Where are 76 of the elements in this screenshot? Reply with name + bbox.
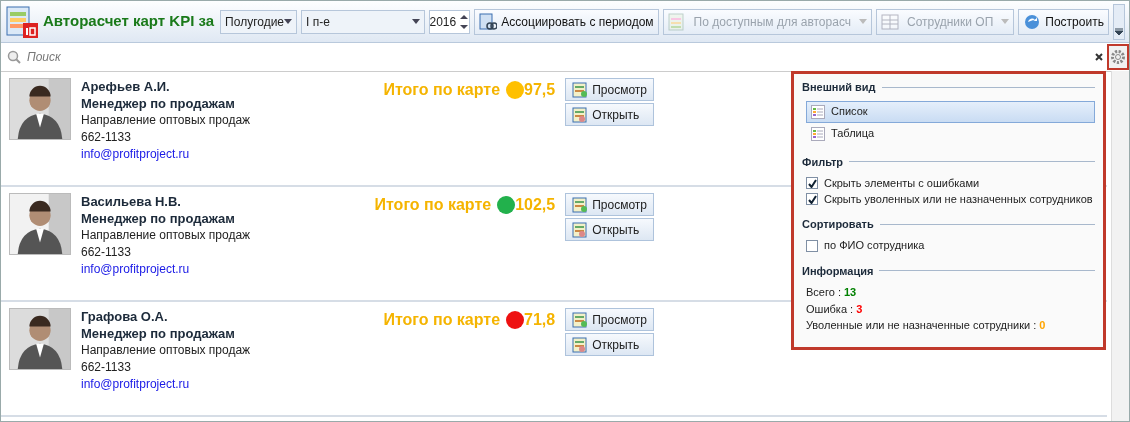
email-link[interactable]: info@profitproject.ru <box>81 377 190 391</box>
total-label: Итого по карте <box>374 195 492 215</box>
document-icon <box>572 196 589 213</box>
view-button[interactable]: Просмотр <box>565 78 654 101</box>
link-icon <box>479 12 498 31</box>
document-icon <box>572 81 589 98</box>
section-title: Сортировать <box>802 217 874 232</box>
employee-name: Арефьев А.И. <box>81 78 171 95</box>
checkbox[interactable] <box>806 177 818 189</box>
scrollbar[interactable] <box>1111 71 1129 421</box>
employee-phone: 662-1133 <box>81 359 132 376</box>
year-spinner[interactable]: 2016 <box>428 9 471 34</box>
email-link[interactable]: info@profitproject.ru <box>81 147 190 161</box>
open-button[interactable]: Открыть <box>565 333 654 356</box>
employee-department: Направление оптовых продаж <box>81 227 252 244</box>
info-label: Всего : <box>806 285 841 300</box>
view-button[interactable]: Просмотр <box>565 193 654 216</box>
score: 97,5 <box>524 80 556 100</box>
close-icon <box>1095 53 1103 61</box>
checkbox-label: Скрыть уволенных или не назначенных сотрудников <box>824 191 1093 207</box>
score: 102,5 <box>515 195 556 215</box>
caret-icon <box>1001 19 1010 24</box>
caret-icon <box>859 19 867 24</box>
checkbox-label: по ФИО сотрудника <box>824 238 925 254</box>
score: 71,8 <box>524 310 556 330</box>
info-value: 3 <box>856 301 863 317</box>
employee-department: Направление оптовых продаж <box>81 342 252 359</box>
view-button[interactable]: Просмотр <box>565 308 654 331</box>
report-title: Авторасчет карт KPI за <box>43 11 215 32</box>
gear-icon <box>1110 49 1126 65</box>
checkbox[interactable] <box>806 239 818 252</box>
total-label: Итого по карте <box>383 80 501 100</box>
document-icon <box>572 311 589 328</box>
search-field[interactable]: Поиск <box>25 47 1091 67</box>
employee-position: Менеджер по продажам <box>81 325 236 342</box>
employee-name: Графова О.А. <box>81 308 169 325</box>
document-icon <box>572 221 589 238</box>
document-icon <box>572 336 589 353</box>
email-link[interactable]: info@profitproject.ru <box>81 262 190 276</box>
sheet-icon <box>667 12 686 31</box>
checkbox-label: Скрыть элементы с ошибками <box>824 175 980 191</box>
associate-button[interactable]: Ассоциировать с периодом <box>474 8 659 35</box>
report-icon <box>5 4 39 39</box>
employee-position: Менеджер по продажам <box>81 210 236 227</box>
info-label: Ошибка : <box>806 301 854 317</box>
section-title: Внешний вид <box>802 80 876 95</box>
build-button[interactable]: Построить <box>1018 8 1109 35</box>
info-value: 0 <box>1039 318 1046 333</box>
view-option[interactable]: Таблица <box>806 122 1095 145</box>
caret-icon <box>284 19 293 24</box>
employee-position: Менеджер по продажам <box>81 95 236 112</box>
employee-department: Направление оптовых продаж <box>81 112 252 129</box>
caret-icon <box>1114 27 1123 36</box>
list-icon <box>811 126 825 141</box>
grid-icon <box>881 12 899 31</box>
view-option[interactable]: Список <box>806 100 1095 123</box>
employee-phone: 662-1133 <box>81 129 132 146</box>
open-button[interactable]: Открыть <box>565 103 654 126</box>
employee-name: Васильева Н.В. <box>81 193 182 210</box>
list-icon <box>811 104 825 119</box>
refresh-icon <box>1023 12 1042 31</box>
period-dropdown[interactable]: I п-е <box>301 9 425 34</box>
period-type-dropdown[interactable]: Полугодие <box>220 9 298 34</box>
checkbox[interactable] <box>806 193 818 205</box>
info-label: Уволенные или не назначенные сотрудники : <box>806 318 1037 333</box>
section-title: Фильтр <box>802 154 844 170</box>
overflow-button[interactable] <box>1112 3 1125 40</box>
document-icon <box>572 106 589 123</box>
employee-phone: 662-1133 <box>81 244 132 261</box>
caret-icon <box>411 19 420 24</box>
section-title: Информация <box>802 263 874 279</box>
total-label: Итого по карте <box>383 310 501 330</box>
info-value: 13 <box>843 285 857 300</box>
search-icon <box>7 50 21 64</box>
settings-button[interactable] <box>1107 44 1129 70</box>
open-button[interactable]: Открыть <box>565 218 654 241</box>
